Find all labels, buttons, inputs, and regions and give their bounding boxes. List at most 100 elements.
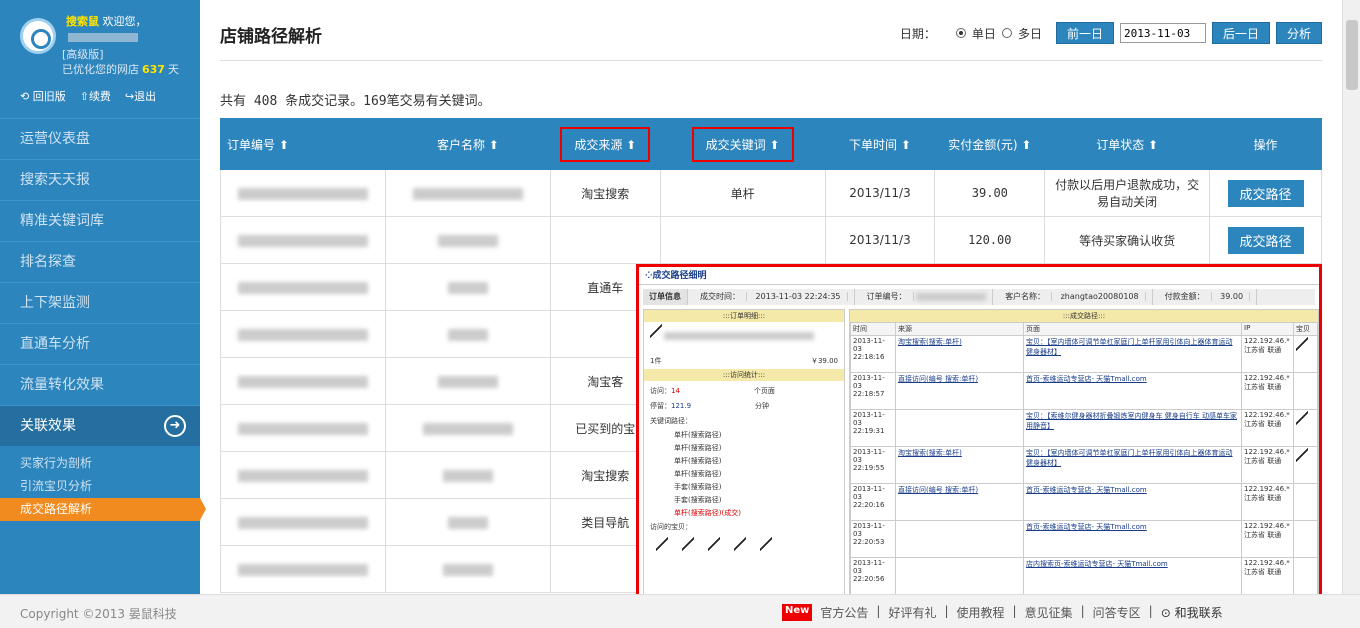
next-day-button[interactable]: 后一日 — [1211, 22, 1270, 44]
days-count: 637 — [142, 63, 165, 76]
keyword-path-item: 单杆(搜索路径)(成交) — [674, 509, 741, 517]
col-time[interactable]: 下单时间 ⬆ — [824, 118, 936, 170]
welcome-text: 搜索鼠 欢迎您， — [66, 14, 147, 44]
path-row: 2013-11-03 22:19:55 淘宝搜索(搜索:单杆) 宝贝：【室内墙体… — [850, 446, 1318, 484]
date-input[interactable] — [1119, 23, 1206, 43]
sidebar-item-keyword-library[interactable]: 精准关键词库 — [0, 200, 200, 241]
sidebar-item-listing-monitor[interactable]: 上下架监测 — [0, 282, 200, 323]
scrollbar[interactable] — [1342, 0, 1360, 594]
col-customer[interactable]: 客户名称 ⬆ — [384, 118, 551, 170]
blurred-customer — [447, 281, 488, 294]
paid-value: 39.00 — [1214, 292, 1251, 301]
path-page-link[interactable]: 宝贝：【索维尔健身器材折叠锻炼室内健身车 健身自行车 动感单车家用静音】 — [1026, 412, 1237, 430]
cell-source: 淘宝搜索 — [549, 169, 661, 217]
blurred-customer — [447, 328, 488, 341]
prev-day-button[interactable]: 前一日 — [1055, 22, 1114, 44]
blurred-customer — [422, 422, 513, 435]
visit-label: 访问： — [650, 387, 671, 395]
path-page-link[interactable]: 首页-索维运动专营店- 天猫Tmall.com — [1026, 486, 1147, 494]
footer-link-review[interactable]: 好评有礼 — [888, 604, 936, 621]
col-source[interactable]: 成交来源 ⬆ — [549, 118, 661, 170]
col-amount-label: 实付金额(元) — [948, 137, 1018, 152]
item-thumb-icon[interactable] — [760, 537, 772, 551]
multi-day-radio[interactable] — [1001, 28, 1012, 38]
association-label: 关联效果 — [20, 418, 76, 434]
item-thumb-icon[interactable] — [734, 537, 746, 551]
single-day-label: 单日 — [971, 26, 996, 41]
footer-link-qa[interactable]: 问答专区 — [1093, 604, 1141, 621]
date-filter: 日期： 单日 多日 前一日 后一日 分析 — [900, 22, 1322, 44]
logo-icon — [20, 18, 56, 54]
sidebar-item-association[interactable]: 关联效果 ➜ — [0, 405, 200, 446]
cell-customer — [384, 263, 551, 311]
order-info-label: 订单信息 — [643, 289, 688, 305]
path-row: 2013-11-03 22:18:57 直接访问(编号 搜索:单杆) 首页-索维… — [850, 372, 1318, 410]
item-thumb-icon[interactable] — [708, 537, 720, 551]
path-item — [1293, 557, 1318, 595]
col-status[interactable]: 订单状态 ⬆ — [1044, 118, 1211, 170]
single-day-radio[interactable] — [955, 28, 966, 38]
sidebar-item-traffic-conversion[interactable]: 流量转化效果 — [0, 364, 200, 405]
path-page: 首页-索维运动专营店- 天猫Tmall.com — [1023, 372, 1242, 410]
analyze-button[interactable]: 分析 — [1275, 22, 1322, 44]
item-thumb-icon[interactable] — [1296, 411, 1308, 425]
old-version-link[interactable]: ⟲ 回旧版 — [20, 88, 66, 104]
sidebar-sub-deal-path[interactable]: 成交路径解析 — [0, 498, 206, 521]
item-thumb-icon[interactable] — [656, 537, 668, 551]
keyword-path-item: 手套(搜索路径) — [674, 483, 722, 491]
logout-link[interactable]: ↪退出 — [125, 88, 156, 104]
cell-time: 2013/11/3 — [824, 169, 936, 217]
path-page-link[interactable]: 宝贝：【室内墙体可调节单杠家庭门上单杆家用引体向上器体育运动健身器材】 — [1026, 338, 1233, 356]
footer-link-announcement[interactable]: 官方公告 — [820, 604, 868, 621]
item-thumb-icon[interactable] — [1296, 337, 1308, 351]
path-page-link[interactable]: 店内搜索页-索维运动专营店- 天猫Tmall.com — [1026, 560, 1168, 568]
renew-link[interactable]: ⇧续费 — [80, 88, 111, 104]
username[interactable]: 搜索鼠 — [66, 15, 99, 28]
path-page-link[interactable]: 首页-索维运动专营店- 天猫Tmall.com — [1026, 523, 1147, 531]
cell-status: 付款以后用户退款成功，交易自动关闭 — [1044, 169, 1211, 217]
path-item — [1293, 483, 1318, 521]
order-detail-panel: :::订单明细::: 1件 ￥39.00 :::访问统计::: 访问：14 个页面 … — [643, 309, 845, 599]
blurred-product — [664, 332, 815, 340]
blurred-order-no — [237, 563, 368, 576]
path-ip: 122.192.46.* 江苏省 联通 — [1241, 483, 1294, 521]
keyword-paths: 单杆(搜索路径) 单杆(搜索路径) 单杆(搜索路径) 单杆(搜索路径) 手套(搜索路径)… — [644, 429, 844, 520]
col-amount[interactable]: 实付金额(元) ⬆ — [934, 118, 1046, 170]
path-page-link[interactable]: 宝贝：【室内墙体可调节单杠家庭门上单杆家用引体向上器体育运动健身器材】 — [1026, 449, 1233, 467]
optimized-days: 已优化您的网店 637 天 — [62, 61, 179, 77]
overlay-title: ⁘成交路径细明 — [639, 267, 1319, 285]
contact-button[interactable]: ⊙ 和我联系 — [1161, 604, 1223, 621]
deal-path-button[interactable]: 成交路径 — [1227, 179, 1304, 207]
footer-link-tutorial[interactable]: 使用教程 — [957, 604, 1005, 621]
path-item — [1293, 335, 1318, 373]
page-title: 店铺路径解析 — [220, 27, 322, 47]
sidebar-sub-traffic-items[interactable]: 引流宝贝分析 — [0, 475, 200, 498]
keyword-path-item: 手套(搜索路径) — [674, 496, 722, 504]
deal-time-label: 成交时间： — [694, 292, 747, 301]
path-header: :::成交路径::: — [850, 310, 1318, 322]
path-page-link[interactable]: 首页-索维运动专营店- 天猫Tmall.com — [1026, 375, 1147, 383]
cell-order-no — [220, 357, 386, 405]
scrollbar-thumb[interactable] — [1346, 20, 1358, 90]
overlay-title-text: 成交路径细明 — [652, 271, 707, 281]
keyword-path-item: 单杆(搜索路径) — [674, 431, 722, 439]
path-source-link[interactable]: 淘宝搜索(搜索:单杆) — [898, 449, 962, 457]
path-source-link[interactable]: 直接访问(编号 搜索:单杆) — [898, 375, 978, 383]
sidebar-sub-buyer-behavior[interactable]: 买家行为剖析 — [0, 452, 200, 475]
footer-link-feedback[interactable]: 意见征集 — [1025, 604, 1073, 621]
sidebar-item-ztc-analysis[interactable]: 直通车分析 — [0, 323, 200, 364]
blurred-order-no — [237, 422, 368, 435]
item-thumb-icon[interactable] — [1296, 448, 1308, 462]
col-order-no[interactable]: 订单编号 ⬆ — [220, 118, 386, 170]
path-source-link[interactable]: 淘宝搜索(搜索:单杆) — [898, 338, 962, 346]
deal-path-detail-overlay: ⁘成交路径细明 订单信息 成交时间： 2013-11-03 22:24:35 订… — [636, 264, 1322, 602]
sidebar-item-rank-probe[interactable]: 排名探查 — [0, 241, 200, 282]
sidebar-item-daily-search[interactable]: 搜索天天报 — [0, 159, 200, 200]
deal-path-button[interactable]: 成交路径 — [1227, 226, 1304, 254]
sidebar-item-dashboard[interactable]: 运营仪表盘 — [0, 118, 200, 159]
blurred-order-no — [237, 187, 368, 200]
item-thumb-icon[interactable] — [682, 537, 694, 551]
edition-label: [高级版] — [62, 48, 104, 61]
col-keyword[interactable]: 成交关键词 ⬆ — [659, 118, 826, 170]
path-source-link[interactable]: 直接访问(编号 搜索:单杆) — [898, 486, 978, 494]
